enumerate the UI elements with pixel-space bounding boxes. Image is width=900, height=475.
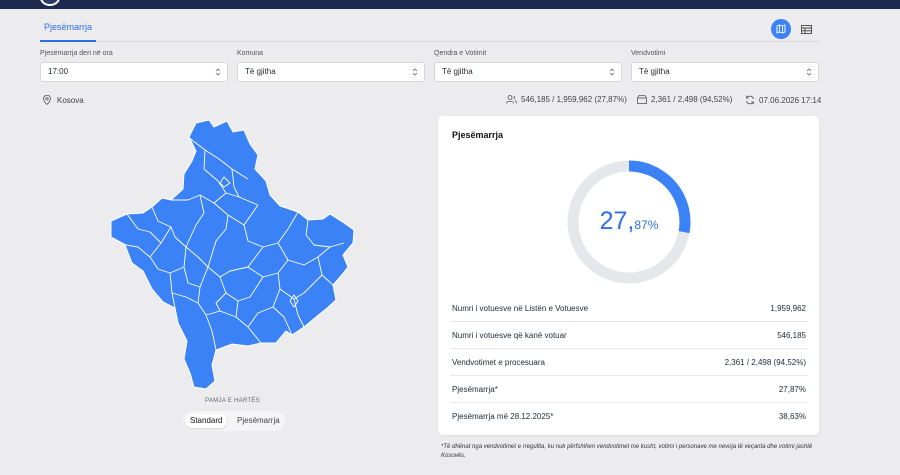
- turnout-card: Pjesëmarrja 27,87% Numri i votuesve në L…: [438, 116, 819, 435]
- filter-station: Vendvotimi Të gjitha: [631, 50, 819, 82]
- select-arrows-icon: [806, 68, 812, 76]
- map-view-label: PAMJA E HARTËS: [205, 398, 260, 404]
- table-row: Pjesëmarrja* 27,87%: [450, 376, 808, 403]
- row-value: 2,361 / 2,498 (94,52%): [724, 358, 806, 367]
- filter-municipality: Komuna Të gjitha: [237, 50, 425, 82]
- filter-center: Qendra e Votimit Të gjitha: [434, 50, 622, 82]
- card-title: Pjesëmarrja: [452, 130, 504, 140]
- filter-municipality-label: Komuna: [237, 50, 264, 57]
- row-value: 546,185: [777, 331, 806, 340]
- table-icon: [800, 24, 812, 34]
- select-arrows-icon: [412, 68, 418, 76]
- voters-stat: 546,185 / 1,959,962 (27,87%): [506, 95, 627, 104]
- stations-stat-value: 2,361 / 2,498 (94,52%): [651, 95, 733, 104]
- municipality-select[interactable]: Të gjitha: [237, 62, 425, 82]
- row-label: Numri i votuesve në Listën e Votuesve: [452, 304, 589, 313]
- stats-table: Numri i votuesve në Listën e Votuesve 1,9…: [450, 295, 808, 430]
- row-label: Pjesëmarrja më 28.12.2025*: [452, 412, 554, 421]
- table-row: Pjesëmarrja më 28.12.2025* 38,63%: [450, 403, 808, 430]
- time-select-value: 17:00: [48, 67, 69, 76]
- toggle-standard[interactable]: Standard: [185, 414, 228, 428]
- time-select[interactable]: 17:00: [40, 62, 228, 82]
- select-arrows-icon: [215, 68, 221, 76]
- tab-turnout[interactable]: Pjesëmarrja: [40, 20, 97, 42]
- row-label: Pjesëmarrja*: [452, 385, 498, 394]
- table-row: Numri i votuesve në Listën e Votuesve 1,9…: [450, 295, 808, 322]
- location-pin-icon: [43, 95, 51, 105]
- kosovo-map-svg: [110, 119, 355, 390]
- row-label: Vendvotimet e procesuara: [452, 358, 545, 367]
- users-icon: [506, 95, 517, 104]
- table-row: Vendvotimet e procesuara 2,361 / 2,498 (9…: [450, 349, 808, 376]
- ballot-box-icon: [637, 95, 647, 104]
- status-row: Kosova 546,185 / 1,959,962 (27,87%) 2,36…: [40, 95, 821, 107]
- station-select[interactable]: Të gjitha: [631, 62, 819, 82]
- table-view-button[interactable]: [796, 19, 816, 39]
- map-mode-toggle: Standard Pjesëmarrja: [183, 411, 285, 431]
- row-value: 38,63%: [778, 412, 806, 421]
- row-value: 27,87%: [778, 385, 806, 394]
- tab-bar: Pjesëmarrja: [40, 9, 820, 42]
- center-select[interactable]: Të gjitha: [434, 62, 622, 82]
- location-breadcrumb: Kosova: [43, 95, 84, 105]
- select-arrows-icon: [609, 68, 615, 76]
- toggle-turnout[interactable]: Pjesëmarrja: [232, 414, 285, 428]
- refresh-icon: [746, 95, 754, 105]
- station-select-value: Të gjitha: [639, 67, 670, 76]
- map-icon: [776, 24, 786, 34]
- map-view-button[interactable]: [771, 19, 791, 39]
- filter-time-label: Pjesëmarrja deri në ora: [40, 50, 113, 57]
- center-select-value: Të gjitha: [442, 67, 473, 76]
- voters-stat-value: 546,185 / 1,959,962 (27,87%): [521, 95, 627, 104]
- location-label: Kosova: [57, 95, 84, 105]
- municipality-select-value: Të gjitha: [245, 67, 276, 76]
- turnout-int: 27,: [599, 207, 635, 235]
- updated-stat: 07.06.2026 17:14: [745, 95, 821, 105]
- row-label: Numri i votuesve që kanë votuar: [452, 331, 567, 340]
- filters-bar: Pjesëmarrja deri në ora 17:00 Komuna Të …: [40, 50, 820, 84]
- table-row: Numri i votuesve që kanë votuar 546,185: [450, 322, 808, 349]
- turnout-decimal: 87%: [634, 218, 659, 232]
- filter-center-label: Qendra e Votimit: [434, 50, 487, 57]
- turnout-percentage: 27,87%: [566, 207, 692, 236]
- emblem-logo: [40, 0, 60, 6]
- filter-station-label: Vendvotimi: [631, 50, 666, 57]
- filter-time: Pjesëmarrja deri në ora 17:00: [40, 50, 228, 82]
- stations-stat: 2,361 / 2,498 (94,52%): [637, 95, 732, 104]
- row-value: 1,959,962: [770, 304, 806, 313]
- top-header-bar: [0, 0, 900, 9]
- updated-stat-value: 07.06.2026 17:14: [759, 95, 822, 105]
- footnote: *Të dhënat nga vendvotimet e rregullta, …: [441, 444, 813, 459]
- kosovo-map[interactable]: [108, 117, 358, 392]
